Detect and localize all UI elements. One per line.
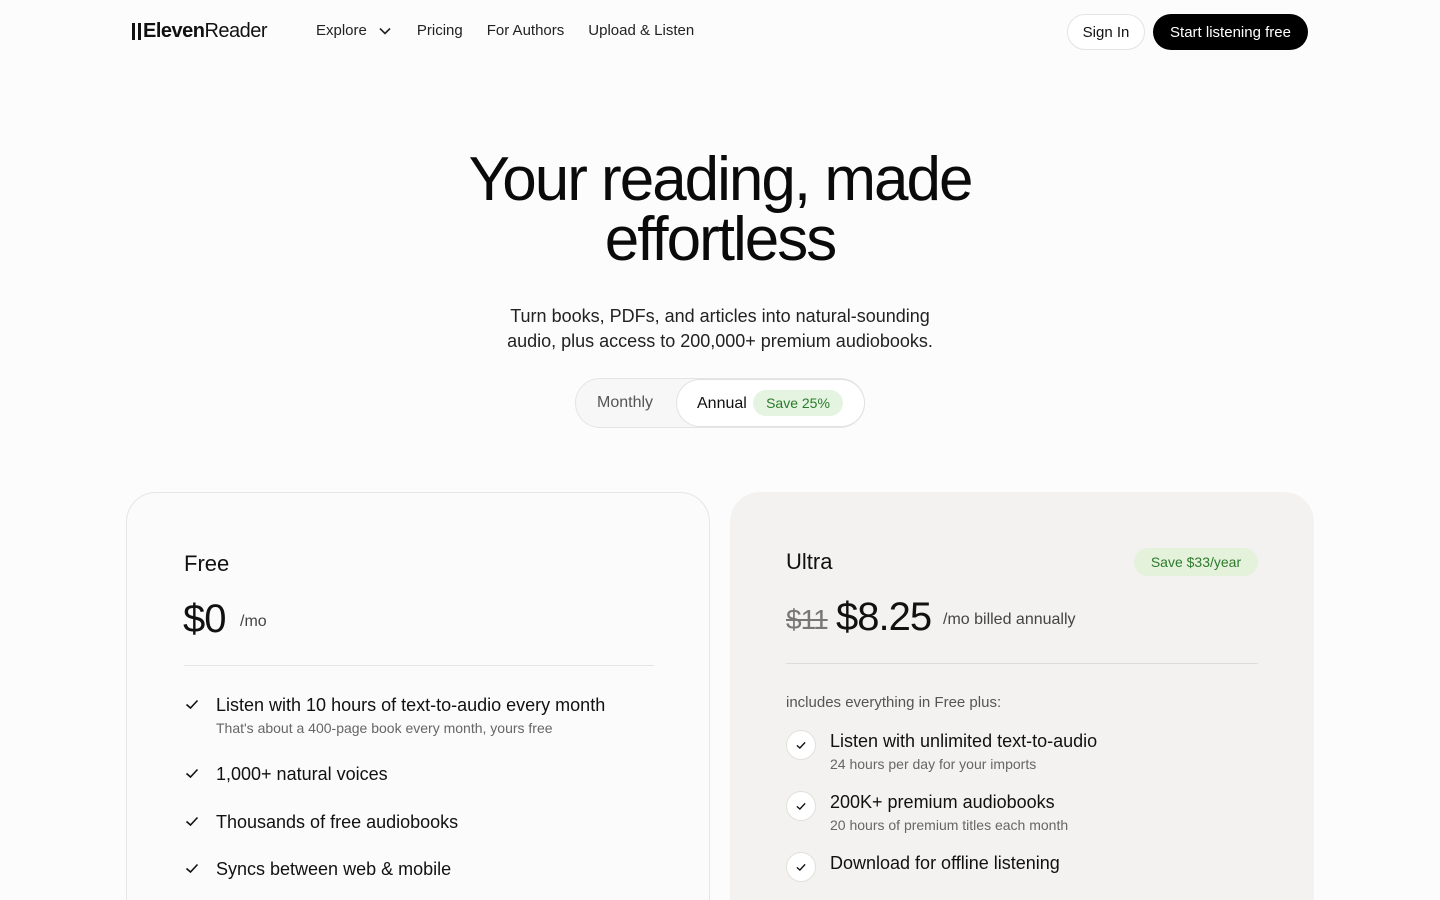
save-per-year-badge: Save $33/year <box>1134 548 1258 576</box>
plan-name: Free <box>184 551 230 576</box>
nav-for-authors[interactable]: For Authors <box>487 22 565 39</box>
hero-subtitle-line2: audio, plus access to 200,000+ premium a… <box>507 331 933 351</box>
original-price: $11 <box>786 604 829 635</box>
includes-label: includes everything in Free plus: <box>786 694 1002 711</box>
ultra-plan-card: Ultra Save $33/year $11 $8.25 /mo billed… <box>730 492 1314 900</box>
feature-subtitle: 24 hours per day for your imports <box>830 756 1037 772</box>
chevron-down-icon <box>379 22 391 39</box>
hero-subtitle-line1: Turn books, PDFs, and articles into natu… <box>510 306 930 326</box>
check-circle-icon <box>786 852 816 882</box>
nav-pricing[interactable]: Pricing <box>417 22 463 39</box>
check-circle-icon <box>786 791 816 821</box>
check-circle-icon <box>786 730 816 760</box>
elevenreader-logo[interactable]: ElevenReader <box>132 19 268 43</box>
check-icon <box>185 768 199 779</box>
logo-wordmark-bold: Eleven <box>143 19 205 42</box>
check-icon <box>185 863 199 874</box>
hero-subtitle: Turn books, PDFs, and articles into natu… <box>0 304 1440 354</box>
free-plan-card: Free $0 /mo Listen with 10 hours of text… <box>126 492 710 900</box>
divider <box>184 665 654 666</box>
divider <box>786 663 1258 664</box>
logo-wordmark-light: Reader <box>204 19 268 42</box>
check-icon <box>185 699 199 710</box>
feature-title: Listen with unlimited text-to-audio <box>830 731 1098 751</box>
nav-explore[interactable]: Explore <box>316 22 391 39</box>
hero-title: Your reading, made effortless <box>0 145 1440 274</box>
check-icon <box>185 816 199 827</box>
toggle-monthly[interactable]: Monthly <box>597 394 653 412</box>
plan-price: $0 <box>183 597 226 641</box>
plan-name: Ultra <box>786 549 833 574</box>
feature-title: 200K+ premium audiobooks <box>830 792 1055 812</box>
feature-title: Download for offline listening <box>830 853 1060 873</box>
feature-title: 1,000+ natural voices <box>216 764 388 784</box>
billing-period-toggle: Monthly Annual Save 25% <box>575 378 865 428</box>
save-25-badge: Save 25% <box>753 390 843 416</box>
feature-subtitle: 20 hours of premium titles each month <box>830 817 1069 833</box>
toggle-annual[interactable]: Annual Save 25% <box>677 380 864 426</box>
feature-title: Listen with 10 hours of text-to-audio ev… <box>216 695 606 715</box>
feature-title: Syncs between web & mobile <box>216 859 452 879</box>
logo-bars-icon <box>132 22 141 40</box>
feature-title: Thousands of free audiobooks <box>216 812 459 832</box>
toggle-annual-label: Annual <box>697 395 747 412</box>
hero-title-line1: Your reading, made <box>468 145 974 214</box>
plan-price: $8.25 <box>836 595 932 639</box>
feature-subtitle: That's about a 400-page book every month… <box>216 720 553 736</box>
nav-upload-listen[interactable]: Upload & Listen <box>588 22 694 39</box>
nav-explore-label: Explore <box>316 22 367 39</box>
top-nav: ElevenReader Explore Pricing For Authors… <box>0 0 1440 64</box>
sign-in-button[interactable]: Sign In <box>1067 14 1145 50</box>
hero-title-line2: effortless <box>604 205 837 274</box>
start-listening-free-button[interactable]: Start listening free <box>1153 14 1308 50</box>
nav-links: Explore Pricing For Authors Upload & Lis… <box>316 22 718 39</box>
plan-price-unit: /mo <box>240 613 267 630</box>
plan-price-unit: /mo billed annually <box>943 611 1076 628</box>
